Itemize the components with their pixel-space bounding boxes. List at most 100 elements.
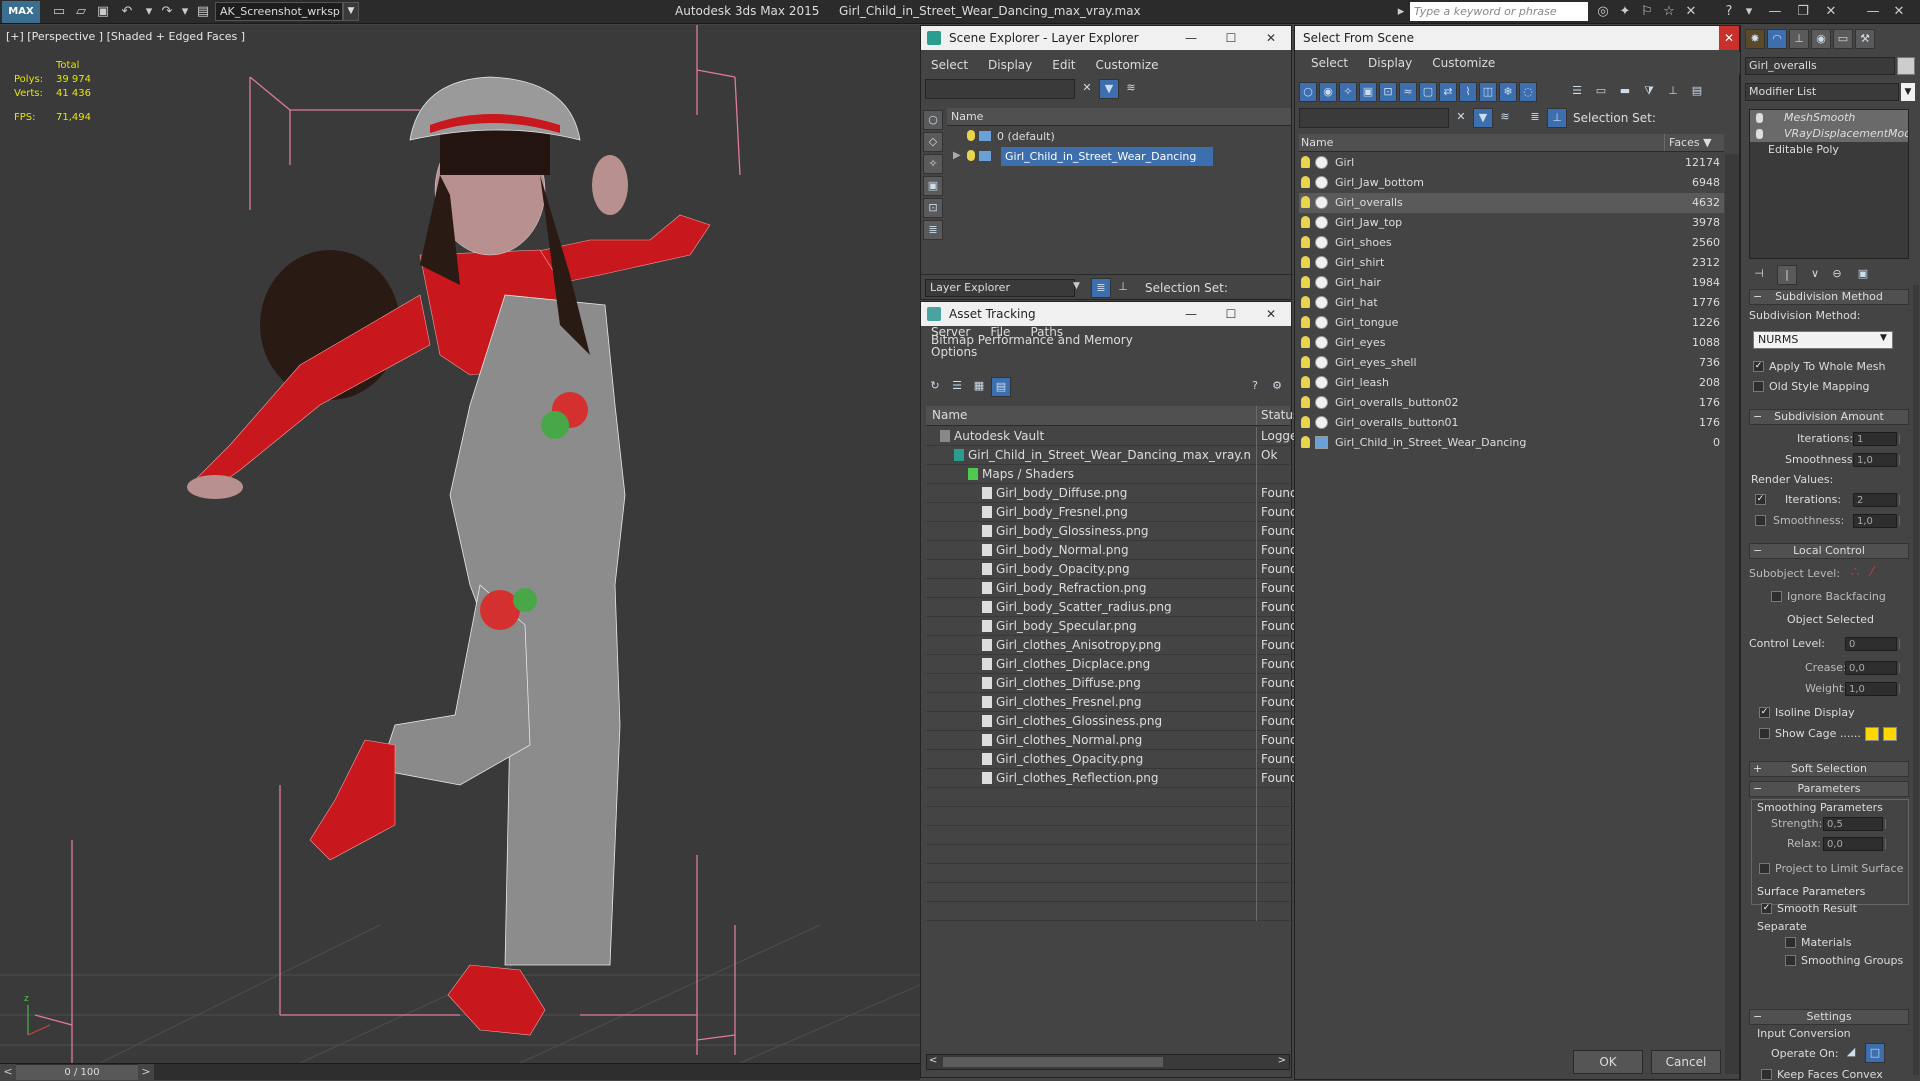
vertex-subobject-icon[interactable]: ∴ bbox=[1851, 565, 1859, 580]
control-level-spinner[interactable]: 0 bbox=[1845, 637, 1900, 651]
light-bulb-icon[interactable] bbox=[1301, 316, 1310, 328]
horizontal-scrollbar[interactable]: < > bbox=[926, 1054, 1290, 1070]
hierarchy-icon[interactable]: ⊥ bbox=[1113, 278, 1133, 298]
chevron-down-icon[interactable]: ▼ bbox=[1901, 83, 1915, 101]
undo-icon[interactable]: ↶ bbox=[118, 3, 136, 21]
iterations-spinner[interactable]: 1 bbox=[1853, 432, 1900, 446]
close-icon[interactable]: ✕ bbox=[1251, 26, 1291, 50]
light-bulb-icon[interactable] bbox=[1301, 216, 1310, 228]
maximize-icon[interactable]: ☐ bbox=[1211, 26, 1251, 50]
asset-tracking-titlebar[interactable]: Asset Tracking — ☐ ✕ bbox=[921, 302, 1291, 326]
viewport-label[interactable]: [+] [Perspective ] [Shaded + Edged Faces… bbox=[6, 30, 245, 43]
minimize-icon[interactable]: — bbox=[1171, 26, 1211, 50]
project-limit-checkbox[interactable] bbox=[1759, 863, 1770, 874]
filter-icon[interactable]: ▼ bbox=[1099, 79, 1119, 99]
light-bulb-icon[interactable] bbox=[1301, 436, 1310, 448]
chevron-right-icon[interactable]: > bbox=[1278, 1055, 1286, 1066]
rollout-soft-selection[interactable]: Soft Selection bbox=[1749, 761, 1909, 777]
vertical-scrollbar[interactable] bbox=[1725, 154, 1739, 1074]
shapes-filter-icon[interactable]: ◇ bbox=[923, 132, 943, 152]
asset-row[interactable]: Girl_body_Diffuse.png Found bbox=[926, 484, 1296, 503]
time-slider[interactable]: < 0 / 100 > bbox=[0, 1063, 920, 1081]
groups-filter-icon[interactable]: ▢ bbox=[1419, 82, 1437, 102]
clear-x-icon[interactable]: ✕ bbox=[1451, 108, 1471, 128]
object-row-selected[interactable]: Girl_overalls 4632 bbox=[1299, 193, 1724, 213]
object-row[interactable]: Girl_tongue 1226 bbox=[1299, 313, 1724, 333]
object-row[interactable]: Girl_shoes 2560 bbox=[1299, 233, 1724, 253]
favorites-star-icon[interactable]: ☆ bbox=[1660, 3, 1678, 21]
make-unique-icon[interactable]: ∨ bbox=[1805, 265, 1825, 285]
table-view-icon[interactable]: ▤ bbox=[991, 377, 1011, 397]
ignore-backfacing-checkbox[interactable] bbox=[1771, 591, 1782, 602]
asset-row[interactable]: Girl_body_Opacity.png Found bbox=[926, 560, 1296, 579]
geometry-filter-icon[interactable]: ○ bbox=[1299, 82, 1317, 102]
asset-row[interactable]: Girl_clothes_Normal.png Found bbox=[926, 731, 1296, 750]
light-bulb-icon[interactable] bbox=[1301, 336, 1310, 348]
show-end-result-icon[interactable]: | bbox=[1777, 265, 1797, 285]
lights-filter-icon[interactable]: ✧ bbox=[923, 154, 943, 174]
hierarchy-icon[interactable]: ⊥ bbox=[1547, 108, 1567, 128]
light-bulb-icon[interactable] bbox=[1301, 376, 1310, 388]
layers-filter-icon[interactable]: ≣ bbox=[923, 220, 943, 240]
motion-tab-icon[interactable]: ◉ bbox=[1811, 29, 1831, 49]
isoline-display-checkbox[interactable]: ✓ bbox=[1759, 707, 1770, 718]
redo-icon[interactable]: ↷ bbox=[158, 3, 176, 21]
tools-icon[interactable]: ✦ bbox=[1616, 3, 1634, 21]
panel-scrollbar[interactable] bbox=[1913, 285, 1919, 1075]
scene-explorer-find-field[interactable] bbox=[925, 79, 1075, 99]
rollout-subdivision-amount[interactable]: Subdivision Amount bbox=[1749, 409, 1909, 425]
column-header-name[interactable]: Name bbox=[947, 108, 1291, 126]
scene-explorer-titlebar[interactable]: Scene Explorer - Layer Explorer — ☐ ✕ bbox=[921, 26, 1291, 50]
chevron-down-icon[interactable]: ▼ bbox=[1073, 281, 1080, 291]
close-x-icon[interactable]: ✕ bbox=[1682, 3, 1700, 21]
cameras-filter-icon[interactable]: ▣ bbox=[923, 176, 943, 196]
light-bulb-icon[interactable] bbox=[1301, 236, 1310, 248]
rollout-subdivision-method[interactable]: Subdivision Method bbox=[1749, 289, 1909, 305]
stack-item-meshsmooth[interactable]: MeshSmooth bbox=[1750, 110, 1908, 126]
new-file-icon[interactable]: ▭ bbox=[50, 3, 68, 21]
minimize-icon[interactable]: — bbox=[1864, 3, 1882, 21]
light-bulb-icon[interactable] bbox=[1301, 256, 1310, 268]
stack-item-vraydisplacement[interactable]: VRayDisplacementMod bbox=[1750, 126, 1908, 142]
chevron-left-icon[interactable]: < bbox=[929, 1055, 937, 1066]
modifier-list-select[interactable]: Modifier List bbox=[1745, 83, 1899, 101]
chevron-left-icon[interactable]: < bbox=[0, 1064, 16, 1081]
light-bulb-icon[interactable] bbox=[1301, 156, 1310, 168]
render-smoothness-spinner[interactable]: 1,0 bbox=[1853, 514, 1900, 528]
object-row[interactable]: Girl 12174 bbox=[1299, 153, 1724, 173]
help-icon[interactable]: ? bbox=[1720, 3, 1738, 21]
object-row[interactable]: Girl_eyes_shell 736 bbox=[1299, 353, 1724, 373]
object-color-swatch[interactable] bbox=[1897, 57, 1915, 75]
filter-icon[interactable]: ▼ bbox=[1473, 108, 1493, 128]
configure-sets-icon[interactable]: ▣ bbox=[1853, 265, 1873, 285]
ok-button[interactable]: OK bbox=[1573, 1050, 1643, 1074]
remove-modifier-icon[interactable]: ⊖ bbox=[1827, 265, 1847, 285]
light-bulb-icon[interactable] bbox=[1756, 129, 1763, 139]
operate-on-poly-icon[interactable]: □ bbox=[1865, 1043, 1885, 1063]
shapes-filter-icon[interactable]: ◉ bbox=[1319, 82, 1337, 102]
asset-row[interactable]: Girl_body_Glossiness.png Found bbox=[926, 522, 1296, 541]
layer-tool-icon[interactable]: ≋ bbox=[1121, 79, 1141, 99]
bones-filter-icon[interactable]: ⌇ bbox=[1459, 82, 1477, 102]
edge-subobject-icon[interactable]: ⁄ bbox=[1871, 565, 1873, 580]
stack-item-editable-poly[interactable]: Editable Poly bbox=[1750, 142, 1908, 158]
chevron-down-icon[interactable]: ▼ bbox=[343, 2, 359, 21]
light-bulb-icon[interactable] bbox=[1301, 276, 1310, 288]
xrefs-filter-icon[interactable]: ⇄ bbox=[1439, 82, 1457, 102]
light-bulb-icon[interactable] bbox=[1756, 113, 1763, 123]
object-row[interactable]: Girl_leash 208 bbox=[1299, 373, 1724, 393]
menu-customize[interactable]: Customize bbox=[1086, 54, 1169, 76]
close-icon[interactable]: ✕ bbox=[1890, 3, 1908, 21]
show-cage-checkbox[interactable] bbox=[1759, 728, 1770, 739]
light-bulb-icon[interactable] bbox=[1301, 396, 1310, 408]
separate-smoothing-groups-checkbox[interactable] bbox=[1785, 955, 1796, 966]
thumbnail-view-icon[interactable]: ▦ bbox=[969, 377, 989, 397]
cage-selection-color-swatch[interactable] bbox=[1883, 727, 1897, 741]
chevron-down-icon[interactable]: ▾ bbox=[1740, 3, 1758, 21]
select-none-icon[interactable]: ▭ bbox=[1591, 82, 1611, 102]
menu-display[interactable]: Display bbox=[1358, 52, 1422, 74]
object-row[interactable]: Girl_hat 1776 bbox=[1299, 293, 1724, 313]
render-smoothness-checkbox[interactable] bbox=[1755, 515, 1766, 526]
layer-tool-icon[interactable]: ≋ bbox=[1495, 108, 1515, 128]
layers-icon[interactable]: ≣ bbox=[1525, 108, 1545, 128]
